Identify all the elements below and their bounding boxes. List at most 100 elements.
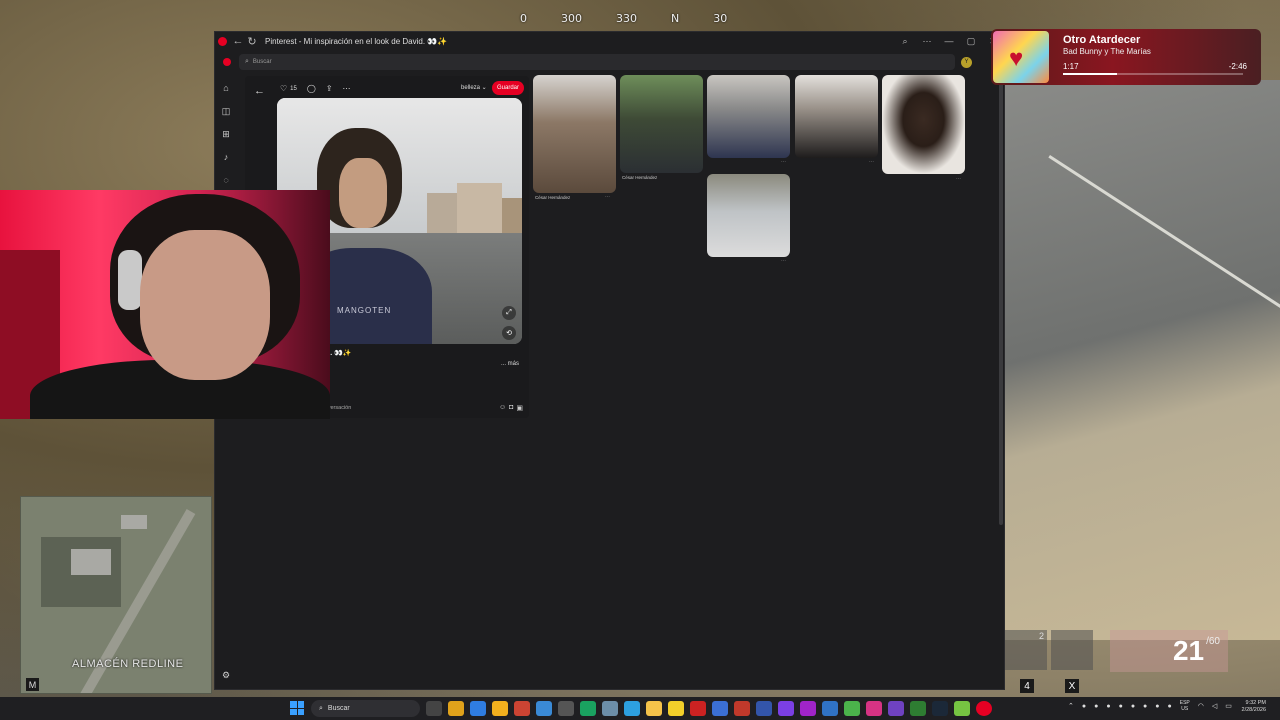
discord-icon[interactable] [888,701,904,716]
app-icon[interactable] [954,701,970,716]
pinterest-favicon-icon [218,36,227,46]
more-options-icon[interactable]: ⋯ [343,84,351,93]
location-label: ALMACÉN REDLINE [72,658,184,670]
pin-card[interactable] [795,75,878,158]
chrome-icon[interactable] [492,701,508,716]
taskbar-search[interactable]: ⌕ Buscar [311,700,420,717]
app-icon[interactable] [756,701,772,716]
more-dots-icon[interactable]: ⋯ [781,258,786,264]
settings-gear-icon[interactable]: ⚙ [220,669,232,681]
steam-icon[interactable] [932,701,948,716]
share-icon[interactable]: ⇪ [326,84,333,93]
search-input[interactable]: ⌕ Buscar [239,54,955,70]
pin-image [795,75,878,158]
map-building [121,515,147,529]
notifications-bell-icon[interactable]: ♪ [220,151,232,163]
battery-icon[interactable]: ▭ [1225,702,1232,710]
file-explorer-icon[interactable] [646,701,662,716]
pin-image [707,174,790,257]
volume-icon[interactable]: ◁ [1212,702,1217,710]
compass-tick: 0 [520,11,527,25]
app-icon[interactable] [800,701,816,716]
page-scrollbar[interactable] [999,75,1003,525]
tray-icon[interactable]: ● [1131,703,1135,710]
maximize-button[interactable]: ▢ [960,36,982,47]
back-arrow-icon[interactable]: ← [231,35,245,47]
profile-avatar[interactable]: Y [961,56,972,68]
messages-icon[interactable]: ◌ [220,174,232,186]
clock[interactable]: 9:32 PM 2/28/2026 [1242,700,1266,714]
wifi-icon[interactable]: ◠ [1198,702,1204,710]
slot-count: 2 [1038,631,1044,641]
app-icon[interactable] [558,701,574,716]
tray-icon[interactable]: ● [1106,703,1110,710]
sticker-icon[interactable]: ◘ [509,404,513,412]
app-icon[interactable] [822,701,838,716]
pin-image [707,75,790,158]
app-icon[interactable] [514,701,530,716]
app-icon[interactable] [580,701,596,716]
pin-card[interactable] [620,75,703,173]
now-playing-widget[interactable]: ♥ Otro Atardecer Bad Bunny y The Marías … [991,29,1261,85]
pin-card[interactable] [533,75,616,193]
tray-icon[interactable]: ● [1168,703,1172,710]
more-menu-icon[interactable]: ⋯ [916,36,938,47]
nvidia-icon[interactable] [910,701,926,716]
chevron-up-icon[interactable]: ⌃ [1068,702,1074,710]
home-icon[interactable]: ⌂ [220,82,232,94]
more-dots-icon[interactable]: ⋯ [956,176,961,182]
tray-icon[interactable]: ● [1094,703,1098,710]
create-icon[interactable]: ⊞ [220,128,232,140]
tray-icon[interactable]: ● [1155,703,1159,710]
app-icon[interactable] [844,701,860,716]
zoom-icon[interactable]: ⌕ [894,36,916,47]
more-dots-icon[interactable]: ⋯ [781,159,786,165]
pin-card[interactable] [707,174,790,257]
app-icon[interactable] [448,701,464,716]
system-tray: ⌃ ● ● ● ● ● ● ● ● ESP US ◠ ◁ ▭ [1068,700,1232,712]
webcam-overlay [0,190,330,419]
edge-icon[interactable] [470,701,486,716]
video-person-face [339,158,387,228]
app-icon[interactable] [778,701,794,716]
heart-icon[interactable]: ♡ [280,84,287,93]
sticky-notes-icon[interactable] [668,701,684,716]
expand-icon[interactable]: ⤢ [502,306,516,320]
windows-start-icon[interactable] [290,701,304,715]
language-indicator[interactable]: ESP US [1180,700,1190,712]
reload-icon[interactable]: ↻ [245,35,259,48]
mail-icon[interactable] [624,701,640,716]
comment-icon[interactable]: ◯ [307,84,316,93]
ammo-counter: 21 /60 [1110,630,1228,672]
save-button[interactable]: Guardar [492,81,525,95]
app-icon[interactable] [734,701,750,716]
board-selector[interactable]: belleza ⌄ [461,84,487,91]
more-link[interactable]: ... más [501,361,519,367]
tray-icon[interactable]: ● [1119,703,1123,710]
tray-icon[interactable]: ● [1143,703,1147,710]
tray-icon[interactable]: ● [1082,703,1086,710]
app-icon[interactable] [690,701,706,716]
pin-card[interactable] [882,75,965,174]
pin-card[interactable] [707,75,790,158]
song-progress-bar [1063,73,1243,75]
back-arrow-icon[interactable]: ← [254,85,265,97]
fullscreen-icon[interactable]: ⟲ [502,326,516,340]
pin-caption: César Hernández [622,175,658,180]
app-icon[interactable] [712,701,728,716]
song-artist: Bad Bunny y The Marías [1063,47,1151,56]
webcam-person-face [140,230,270,380]
more-dots-icon[interactable]: ⋯ [869,159,874,165]
image-icon[interactable]: ▣ [516,404,523,412]
app-icon[interactable] [536,701,552,716]
browser-titlebar: ← ↻ Pinterest - Mi inspiración en el loo… [215,32,1004,50]
emoji-icon[interactable]: ☺ [499,404,506,412]
more-dots-icon[interactable]: ⋯ [605,194,610,200]
task-view-icon[interactable] [426,701,442,716]
explore-icon[interactable]: ◫ [220,105,232,117]
pinterest-app-icon[interactable] [976,701,992,716]
app-icon[interactable] [866,701,882,716]
minimize-button[interactable]: — [938,36,960,46]
pinterest-logo-icon[interactable] [223,58,231,66]
settings-icon[interactable] [602,701,618,716]
